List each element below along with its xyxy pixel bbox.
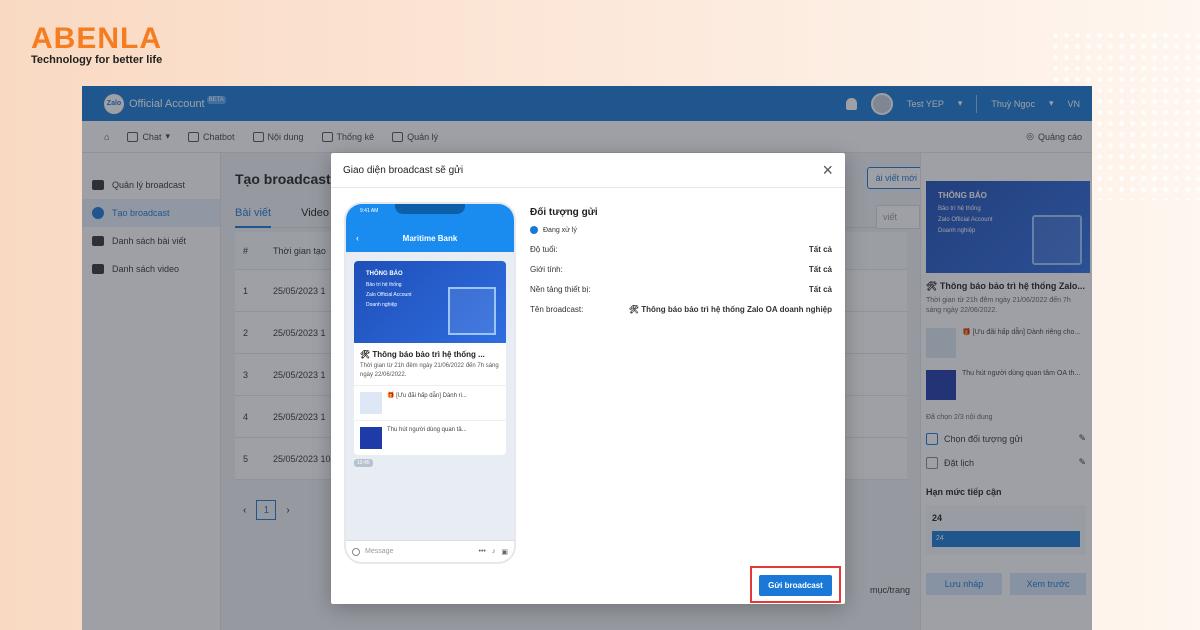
info-row-platform: Nền tảng thiết bị: Tất cả: [530, 285, 832, 294]
emoji-icon: [352, 547, 360, 556]
brand-tagline: Technology for better life: [31, 54, 163, 66]
broadcast-preview-modal: Giao diện broadcast sẽ gửi × 9:41 AM ‹ M…: [331, 153, 845, 604]
thumbnail: [360, 427, 382, 450]
info-row-broadcast-name: Tên broadcast: 🛠 Thông báo bảo trì hệ thố…: [530, 305, 832, 314]
thumbnail: [360, 392, 382, 415]
microphone-icon: ♪: [491, 547, 496, 555]
send-broadcast-button[interactable]: Gửi broadcast: [759, 575, 832, 596]
more-icon: •••: [478, 547, 486, 555]
list-item: Thu hút người dùng quan tâ...: [354, 420, 506, 455]
message-card: THÔNG BÁO Bảo trì hệ thống Zalo Official…: [354, 261, 506, 456]
info-row-age: Độ tuổi: Tất cả: [530, 245, 832, 254]
modal-header: Giao diện broadcast sẽ gửi ×: [331, 153, 845, 188]
status-dot-icon: [530, 226, 538, 234]
post-desc: Thời gian từ 21h đêm ngày 21/06/2022 đến…: [360, 363, 499, 378]
phone-chat-title: Maritime Bank: [402, 234, 458, 243]
target-info: Đối tượng gửi Đang xử lý Độ tuổi: Tất cả …: [530, 207, 832, 314]
maintenance-illustration-icon: [448, 287, 496, 335]
phone-preview: 9:41 AM ‹ Maritime Bank THÔNG BÁO Bảo tr…: [344, 202, 516, 564]
brand-name: ABENLA: [31, 22, 162, 55]
brand-logo: ABENLA Technology for better life: [31, 22, 162, 66]
phone-notch: [395, 204, 465, 214]
phone-header: 9:41 AM ‹ Maritime Bank: [346, 204, 514, 252]
info-row-gender: Giới tính: Tất cả: [530, 265, 832, 274]
image-icon: ▣: [501, 548, 508, 556]
phone-message-bar: Message ••• ♪ ▣: [346, 540, 514, 562]
status-badge: Đang xử lý: [530, 226, 832, 234]
message-timestamp: 12:45: [354, 459, 373, 468]
list-item: 🎁 [Ưu đãi hấp dẫn] Dành ri...: [354, 385, 506, 420]
message-tools: ••• ♪ ▣: [479, 548, 508, 556]
highlight-box: Gửi broadcast: [750, 566, 841, 603]
target-title: Đối tượng gửi: [530, 207, 598, 218]
post-title: 🛠 Thông báo bảo trì hệ thống ...: [360, 350, 485, 359]
close-icon[interactable]: ×: [822, 161, 833, 179]
modal-title: Giao diện broadcast sẽ gửi: [343, 164, 464, 176]
post-banner: THÔNG BÁO Bảo trì hệ thống Zalo Official…: [354, 261, 506, 343]
